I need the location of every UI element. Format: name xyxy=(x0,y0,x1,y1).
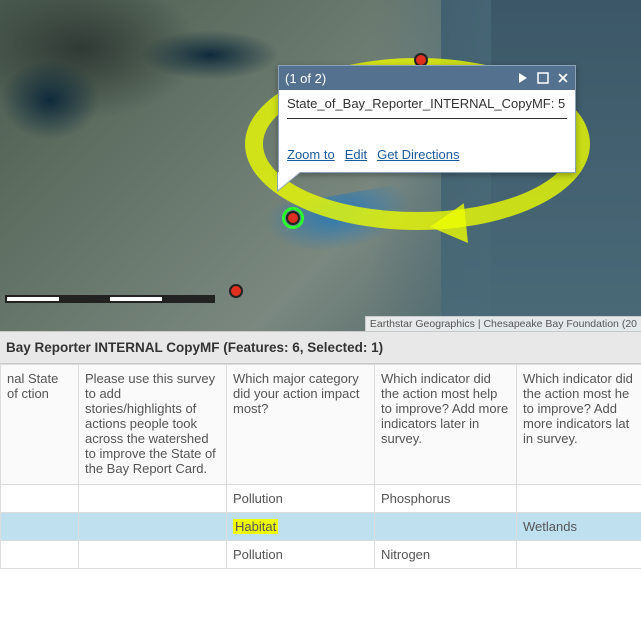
highlight: Habitat xyxy=(233,519,278,534)
table-cell[interactable] xyxy=(79,541,227,569)
column-header[interactable]: Please use this survey to add stories/hi… xyxy=(79,365,227,485)
map-attribution: Earthstar Geographics | Chesapeake Bay F… xyxy=(365,316,641,331)
popup-title: State_of_Bay_Reporter_INTERNAL_CopyMF: 5 xyxy=(287,96,567,112)
column-header[interactable]: Which indicator did the action most help… xyxy=(375,365,517,485)
table-title: Bay Reporter INTERNAL CopyMF (Features: … xyxy=(0,331,641,364)
table-cell[interactable]: Wetlands xyxy=(517,513,641,541)
table-cell[interactable]: Habitat xyxy=(227,513,375,541)
column-header[interactable]: nal State of ction xyxy=(1,365,79,485)
table-cell[interactable] xyxy=(375,513,517,541)
attribute-table: Bay Reporter INTERNAL CopyMF (Features: … xyxy=(0,331,641,569)
column-header[interactable]: Which major category did your action imp… xyxy=(227,365,375,485)
table-cell[interactable]: Phosphorus xyxy=(375,485,517,513)
column-header[interactable]: Which indicator did the action most he t… xyxy=(517,365,641,485)
zoom-to-link[interactable]: Zoom to xyxy=(287,147,335,162)
map-canvas[interactable]: Earthstar Geographics | Chesapeake Bay F… xyxy=(0,0,641,331)
table-cell[interactable] xyxy=(1,485,79,513)
close-icon[interactable] xyxy=(557,72,569,84)
table-cell[interactable]: Pollution xyxy=(227,485,375,513)
maximize-icon[interactable] xyxy=(537,72,549,84)
feature-popup: (1 of 2) State_of_Bay_Reporter_INTERNAL_… xyxy=(278,65,576,173)
popup-header: (1 of 2) xyxy=(279,66,575,90)
table-cell[interactable]: Nitrogen xyxy=(375,541,517,569)
get-directions-link[interactable]: Get Directions xyxy=(377,147,459,162)
table-cell[interactable] xyxy=(1,541,79,569)
map-marker[interactable] xyxy=(286,211,300,225)
table-cell[interactable] xyxy=(517,541,641,569)
map-marker[interactable] xyxy=(229,284,243,298)
next-icon[interactable] xyxy=(517,72,529,84)
table-row[interactable]: Habitat Wetlands xyxy=(1,513,641,541)
table-row[interactable]: PollutionNitrogen xyxy=(1,541,641,569)
table-cell[interactable] xyxy=(1,513,79,541)
table-row[interactable]: PollutionPhosphorus xyxy=(1,485,641,513)
edit-link[interactable]: Edit xyxy=(345,147,367,162)
table-cell[interactable] xyxy=(79,513,227,541)
feature-table[interactable]: nal State of ctionPlease use this survey… xyxy=(0,364,641,569)
scale-bar xyxy=(5,295,215,313)
table-cell[interactable] xyxy=(79,485,227,513)
table-cell[interactable] xyxy=(517,485,641,513)
table-cell[interactable]: Pollution xyxy=(227,541,375,569)
popup-pager: (1 of 2) xyxy=(285,71,326,86)
